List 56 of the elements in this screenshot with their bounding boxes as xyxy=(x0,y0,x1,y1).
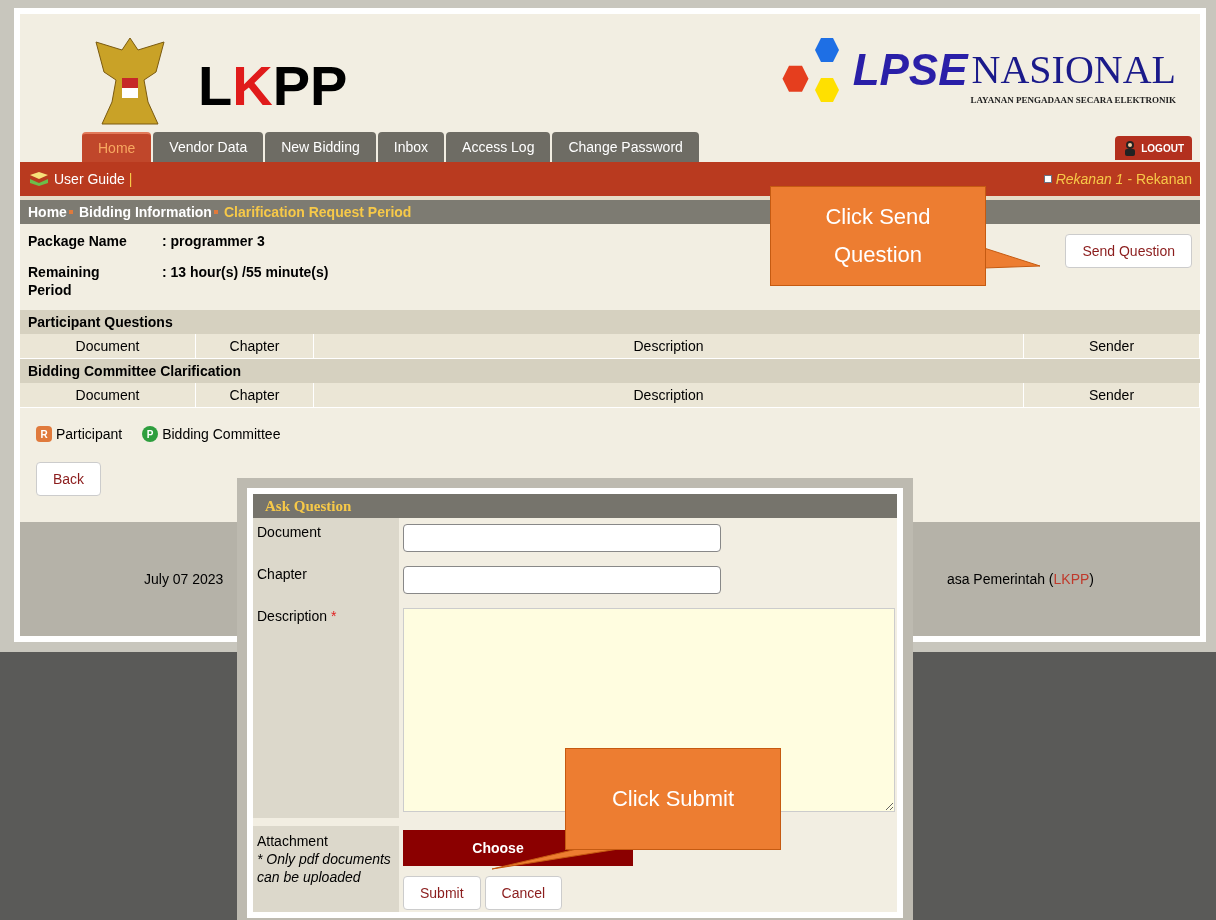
logo-subtitle: LAYANAN PENGADAAN SECARA ELEKTRONIK xyxy=(970,94,1176,107)
back-button[interactable]: Back xyxy=(36,462,102,496)
info-value: : programmer 3 xyxy=(162,232,266,251)
nav-tab[interactable]: Access Log xyxy=(446,132,551,162)
field-label: Chapter xyxy=(257,565,307,582)
nav-tab[interactable]: Inbox xyxy=(377,132,445,162)
breadcrumb-separator xyxy=(213,210,218,214)
info-value: : 13 hour(s) /55 minute(s) xyxy=(162,263,329,282)
footer-text: ) xyxy=(1089,569,1094,589)
breadcrumb-separator xyxy=(68,210,73,214)
footer-date: July 07 2023 xyxy=(144,569,224,589)
info-label: Remaining Period xyxy=(28,263,101,300)
user-guide-link[interactable]: User Guide xyxy=(54,168,125,190)
text-field[interactable] xyxy=(403,524,721,552)
column-header: Chapter xyxy=(196,334,314,358)
section-header: Bidding Committee Clarification xyxy=(20,359,1200,383)
legend-icon: R xyxy=(36,426,52,442)
form-button[interactable]: Cancel xyxy=(484,876,563,911)
user-role: - Rekanan xyxy=(1127,169,1192,189)
legend-label: Bidding Committee xyxy=(162,424,281,444)
nav-tab[interactable]: New Bidding xyxy=(265,132,376,162)
footer-text: asa Pemerintah ( xyxy=(946,569,1054,589)
column-header: Document xyxy=(20,383,196,407)
person-icon xyxy=(1123,140,1138,156)
send-question-button[interactable]: Send Question xyxy=(1065,234,1192,268)
column-header: Sender xyxy=(1024,334,1200,358)
form-button[interactable]: Submit xyxy=(403,876,481,911)
logo-title: NASIONAL xyxy=(971,50,1176,90)
field-label: Attachment xyxy=(257,832,329,851)
lkpp-logo-text: LKPP xyxy=(198,58,348,114)
column-header: Chapter xyxy=(196,383,314,407)
user-name: Rekanan 1 xyxy=(1055,169,1124,189)
hint-text: * Only pdf documents can be uploaded xyxy=(257,850,392,887)
dialog-title: Ask Question xyxy=(253,494,897,518)
column-header: Document xyxy=(20,334,196,358)
book-icon xyxy=(28,171,50,187)
required-mark: * xyxy=(331,607,337,624)
breadcrumb-link[interactable]: Bidding Information xyxy=(78,201,212,223)
column-header: Description xyxy=(314,334,1024,358)
breadcrumb-link[interactable]: Clarification Request Period xyxy=(223,201,412,223)
text-field[interactable] xyxy=(403,565,721,594)
logout-button[interactable]: LOGOUT xyxy=(1115,136,1192,160)
nav-tab[interactable]: Vendor Data xyxy=(153,132,264,162)
info-label: Package Name xyxy=(28,232,128,251)
legend-label: Participant xyxy=(56,424,123,444)
column-header: Sender xyxy=(1024,383,1200,407)
column-header: Description xyxy=(314,383,1024,407)
legend-icon: P xyxy=(142,426,159,442)
field-label: Description xyxy=(257,607,328,624)
logo-title: LPSE xyxy=(852,48,968,92)
field-label: Document xyxy=(257,524,321,540)
breadcrumb-link[interactable]: Home xyxy=(28,201,67,223)
section-header: Participant Questions xyxy=(20,310,1200,334)
nav-tab[interactable]: Change Password xyxy=(552,132,699,162)
square-icon xyxy=(1043,175,1052,183)
separator-text: | xyxy=(128,169,133,189)
